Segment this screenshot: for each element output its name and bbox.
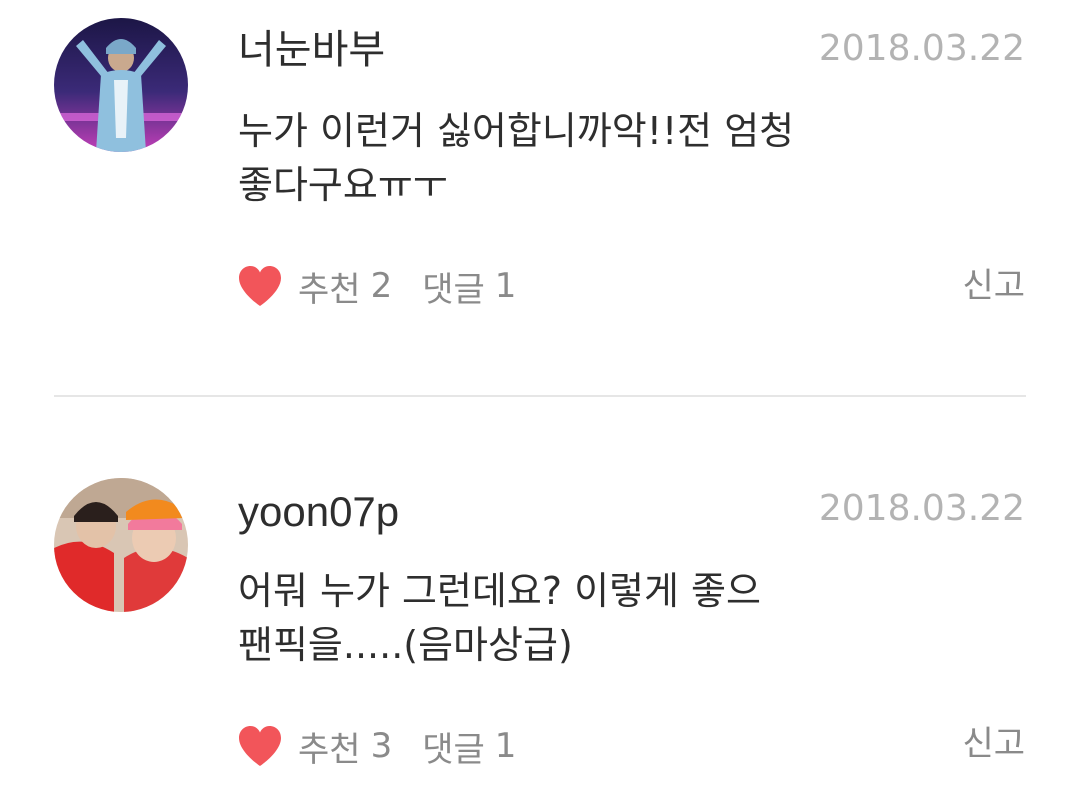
like-count: 2	[370, 266, 393, 306]
report-button[interactable]: 신고	[962, 261, 1025, 311]
avatar[interactable]	[54, 478, 188, 612]
like-button[interactable]: 추천 2	[236, 262, 392, 311]
comment-text-line: 누가 이런거 싫어합니까악!!전 엄청	[238, 109, 795, 153]
like-count: 3	[370, 726, 393, 766]
comment-text-line: 어뭐 누가 그런데요? 이렇게 좋으	[238, 569, 761, 613]
reply-count: 1	[494, 726, 517, 766]
like-label: 추천	[298, 269, 361, 310]
comment-text-line: 좋다구요ㅠㅜ	[238, 163, 448, 207]
comment-text-line: 팬픽을.....(음마상급)	[238, 623, 573, 667]
like-label: 추천	[298, 729, 361, 770]
comment-item: yoon07p 2018.03.22 어뭐 누가 그런데요? 이렇게 좋으 팬픽…	[0, 397, 1080, 810]
comment-actions: 추천 2 댓글 1	[236, 261, 516, 311]
reply-button[interactable]: 댓글 1	[422, 722, 516, 771]
reply-label: 댓글	[422, 269, 485, 310]
heart-icon	[239, 726, 281, 766]
username[interactable]: yoon07p	[238, 487, 399, 537]
username[interactable]: 너눈바부	[238, 25, 385, 75]
comment-date: 2018.03.22	[818, 488, 1025, 529]
avatar-image	[54, 18, 188, 152]
avatar[interactable]	[54, 18, 188, 152]
report-button[interactable]: 신고	[962, 719, 1025, 769]
reply-label: 댓글	[422, 729, 485, 770]
like-button[interactable]: 추천 3	[236, 722, 392, 771]
reply-button[interactable]: 댓글 1	[422, 262, 516, 311]
avatar-image	[54, 478, 188, 612]
comment-text: 누가 이런거 싫어합니까악!!전 엄청 좋다구요ㅠㅜ	[238, 104, 898, 212]
comment-date: 2018.03.22	[818, 28, 1025, 69]
heart-icon	[239, 266, 281, 306]
reply-count: 1	[494, 266, 517, 306]
comment-text: 어뭐 누가 그런데요? 이렇게 좋으 팬픽을.....(음마상급)	[238, 564, 898, 672]
comment-item: 너눈바부 2018.03.22 누가 이런거 싫어합니까악!!전 엄청 좋다구요…	[0, 0, 1080, 395]
comment-actions: 추천 3 댓글 1	[236, 721, 516, 771]
